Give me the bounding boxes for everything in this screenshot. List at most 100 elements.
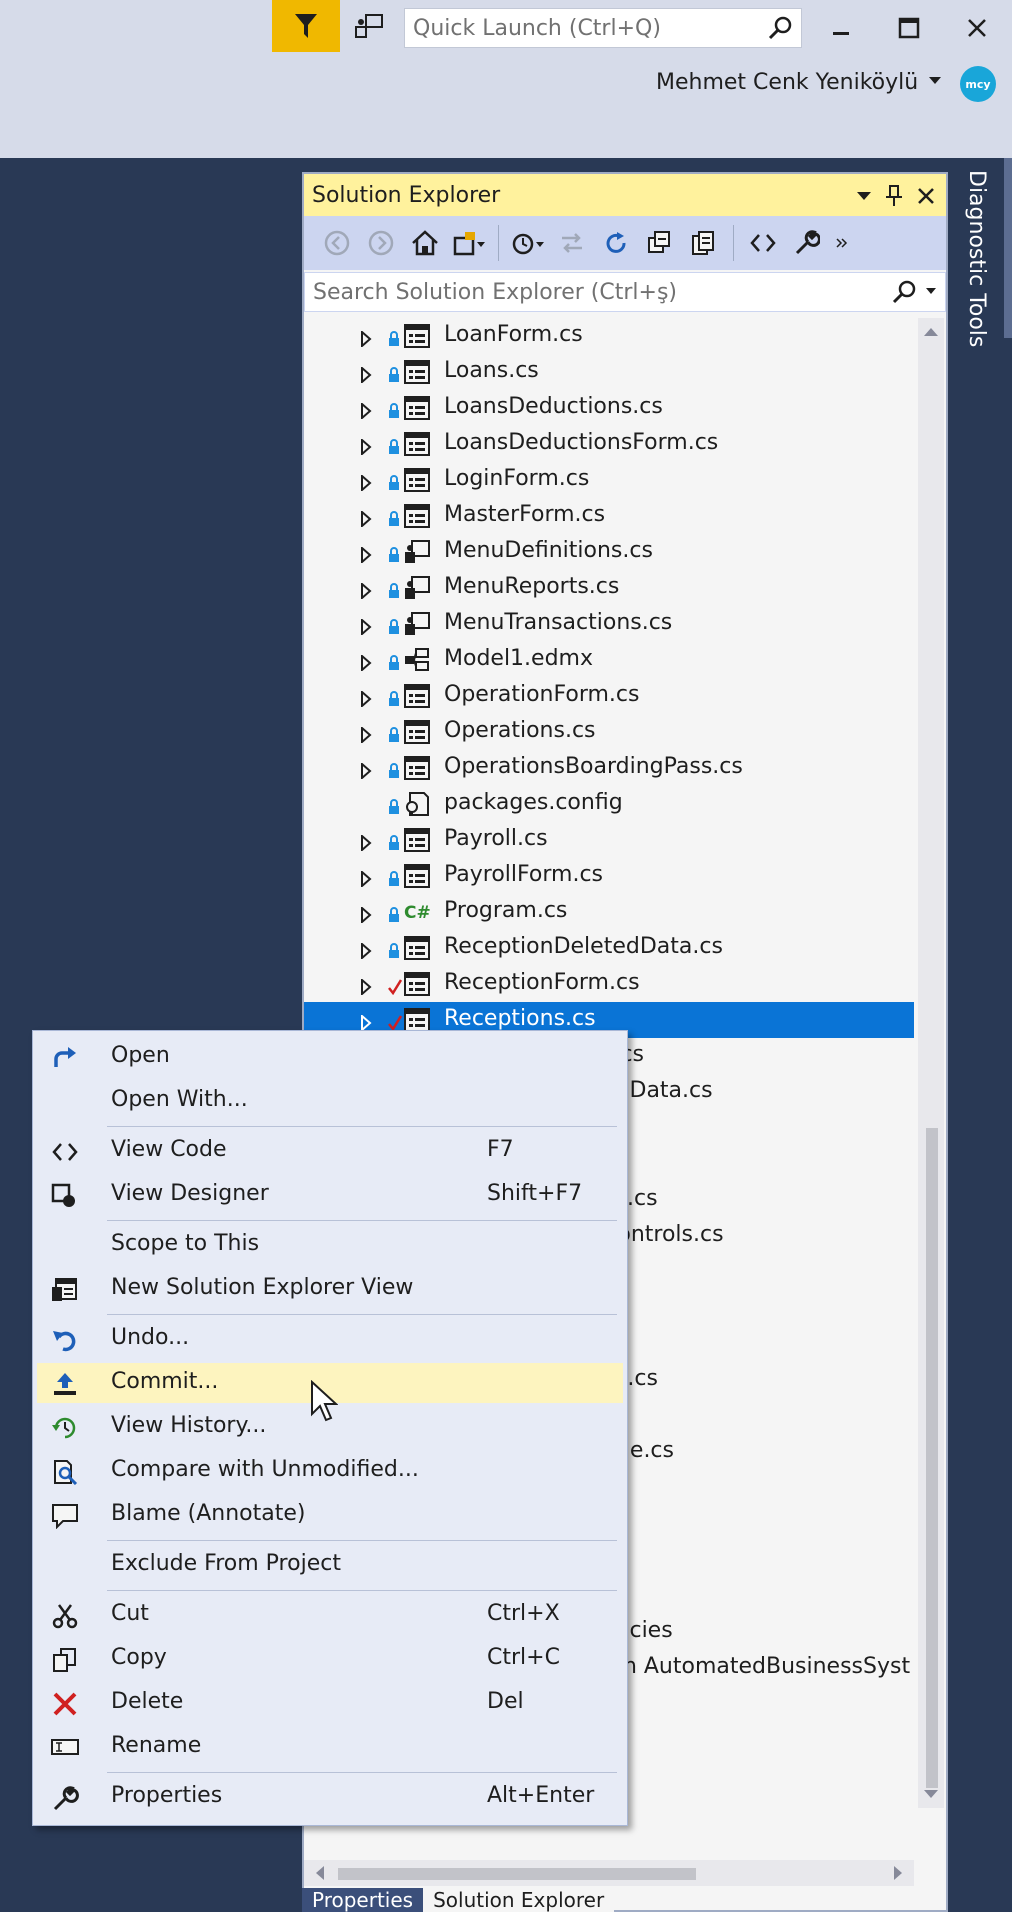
tree-item[interactable]: packages.config (304, 786, 914, 822)
minimize-button[interactable] (820, 8, 862, 48)
menu-item-rename[interactable]: Rename (37, 1727, 623, 1767)
refresh-button[interactable] (597, 223, 635, 263)
properties-toolbar-button[interactable] (788, 223, 826, 263)
toolbar-overflow-button[interactable] (832, 223, 852, 263)
chevron-down-icon (857, 192, 871, 200)
expand-arrow-icon[interactable] (360, 616, 372, 641)
menu-item-copy[interactable]: Copy Ctrl+C (37, 1639, 623, 1679)
code-brackets-icon (51, 1139, 79, 1165)
vertical-scroll-thumb[interactable] (926, 1128, 938, 1788)
expand-arrow-icon[interactable] (360, 868, 372, 893)
view-code-toolbar-button[interactable] (744, 223, 782, 263)
menu-separator (107, 1126, 617, 1127)
tree-item[interactable]: LoansDeductionsForm.cs (304, 426, 914, 462)
avatar[interactable]: mcy (960, 66, 996, 102)
menu-item-properties[interactable]: Properties Alt+Enter (37, 1777, 623, 1817)
back-button[interactable] (318, 223, 356, 263)
tree-item[interactable]: MenuTransactions.cs (304, 606, 914, 642)
diagnostic-tools-tab[interactable]: Diagnostic Tools (964, 170, 989, 347)
maximize-button[interactable] (888, 8, 930, 48)
tree-item[interactable]: LoansDeductions.cs (304, 390, 914, 426)
expand-arrow-icon[interactable] (360, 544, 372, 569)
tree-item-label: MenuDefinitions.cs (444, 538, 653, 563)
pin-icon (886, 185, 902, 206)
tree-item[interactable]: ReceptionForm.cs (304, 966, 914, 1002)
menu-item-exclude-from-project[interactable]: Exclude From Project (37, 1545, 623, 1585)
expand-arrow-icon[interactable] (360, 940, 372, 965)
tree-item[interactable]: ReceptionDeletedData.cs (304, 930, 914, 966)
tree-item[interactable]: MasterForm.cs (304, 498, 914, 534)
vertical-scrollbar[interactable] (918, 318, 944, 1808)
chevron-down-icon[interactable] (928, 76, 942, 86)
forward-button[interactable] (362, 223, 400, 263)
menu-item-label: Undo... (111, 1325, 190, 1350)
tree-item[interactable]: PayrollForm.cs (304, 858, 914, 894)
menu-item-open-with[interactable]: Open With... (37, 1081, 623, 1121)
chevron-down-icon[interactable] (925, 287, 937, 295)
expand-arrow-icon[interactable] (360, 688, 372, 713)
expand-arrow-icon[interactable] (360, 724, 372, 749)
tree-item[interactable]: LoanForm.cs (304, 318, 914, 354)
close-window-button[interactable] (956, 8, 998, 48)
horizontal-scrollbar[interactable] (304, 1860, 914, 1886)
expand-arrow-icon[interactable] (360, 472, 372, 497)
tree-item[interactable]: Model1.edmx (304, 642, 914, 678)
menu-item-cut[interactable]: Cut Ctrl+X (37, 1595, 623, 1635)
tree-item[interactable]: MenuReports.cs (304, 570, 914, 606)
sync-with-document-button[interactable] (553, 223, 591, 263)
expand-arrow-icon[interactable] (360, 400, 372, 425)
home-button[interactable] (406, 223, 444, 263)
menu-item-new-solution-explorer-view[interactable]: New Solution Explorer View (37, 1269, 623, 1309)
menu-item-open[interactable]: Open (37, 1037, 623, 1077)
expand-arrow-icon[interactable] (360, 904, 372, 929)
menu-item-label: New Solution Explorer View (111, 1275, 414, 1300)
quick-launch-input[interactable]: Quick Launch (Ctrl+Q) (404, 8, 802, 48)
pin-button[interactable] (880, 182, 908, 210)
expand-arrow-icon[interactable] (360, 508, 372, 533)
tree-item[interactable]: MenuDefinitions.cs (304, 534, 914, 570)
menu-item-shortcut: Ctrl+X (487, 1601, 560, 1626)
tree-item[interactable]: Payroll.cs (304, 822, 914, 858)
expand-arrow-icon[interactable] (360, 976, 372, 1001)
expand-arrow-icon[interactable] (360, 652, 372, 677)
tree-item[interactable]: Operations.cs (304, 714, 914, 750)
panel-dropdown-button[interactable] (850, 182, 878, 210)
switch-views-button[interactable] (450, 223, 488, 263)
tree-item[interactable]: C# Program.cs (304, 894, 914, 930)
tree-item[interactable]: OperationsBoardingPass.cs (304, 750, 914, 786)
expand-arrow-icon[interactable] (360, 436, 372, 461)
expand-arrow-icon[interactable] (360, 760, 372, 785)
tree-item[interactable]: OperationForm.cs (304, 678, 914, 714)
expand-arrow-icon[interactable] (360, 832, 372, 857)
tree-item-label: PayrollForm.cs (444, 862, 603, 887)
search-icon (892, 280, 916, 304)
expand-arrow-icon[interactable] (360, 580, 372, 605)
menu-item-delete[interactable]: Delete Del (37, 1683, 623, 1723)
close-panel-button[interactable] (912, 182, 940, 210)
menu-item-shortcut: F7 (487, 1137, 514, 1162)
tree-item[interactable]: LoginForm.cs (304, 462, 914, 498)
solution-explorer-search-input[interactable]: Search Solution Explorer (Ctrl+ş) (304, 272, 946, 312)
lock-icon (388, 940, 400, 965)
horizontal-scroll-thumb[interactable] (338, 1868, 696, 1880)
tab-properties[interactable]: Properties (302, 1888, 424, 1912)
pending-changes-filter-button[interactable] (509, 223, 547, 263)
user-name[interactable]: Mehmet Cenk Yeniköylü (656, 70, 918, 95)
tab-solution-explorer[interactable]: Solution Explorer (423, 1888, 615, 1912)
menu-item-scope-to-this[interactable]: Scope to This (37, 1225, 623, 1265)
menu-item-label: Scope to This (111, 1231, 260, 1256)
menu-item-blame-annotate[interactable]: Blame (Annotate) (37, 1495, 623, 1535)
menu-item-view-designer[interactable]: View Designer Shift+F7 (37, 1175, 623, 1215)
menu-item-compare-with-unmodified[interactable]: Compare with Unmodified... (37, 1451, 623, 1491)
menu-item-view-code[interactable]: View Code F7 (37, 1131, 623, 1171)
feedback-button[interactable] (350, 8, 388, 46)
tree-item[interactable]: Loans.cs (304, 354, 914, 390)
notification-filter-button[interactable] (272, 0, 340, 52)
expand-arrow-icon[interactable] (360, 364, 372, 389)
collapse-all-button[interactable] (641, 223, 679, 263)
scroll-right-icon (894, 1866, 902, 1880)
show-all-files-button[interactable] (685, 223, 723, 263)
tree-item-label: Payroll.cs (444, 826, 548, 851)
menu-item-undo[interactable]: Undo... (37, 1319, 623, 1359)
expand-arrow-icon[interactable] (360, 328, 372, 353)
